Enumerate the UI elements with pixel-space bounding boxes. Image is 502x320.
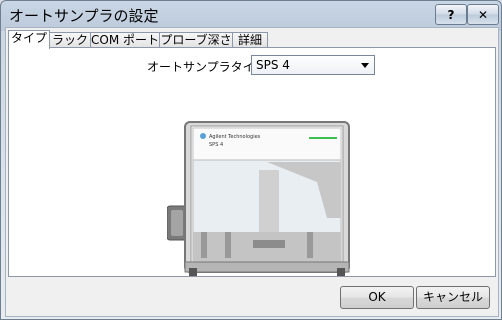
close-icon: ✕: [477, 7, 489, 22]
tab-com-port[interactable]: COM ポート: [90, 32, 160, 48]
autosampler-type-select[interactable]: SPS 4: [251, 55, 375, 75]
help-button[interactable]: ?: [435, 4, 467, 25]
help-icon: ?: [447, 7, 455, 22]
autosampler-type-value: SPS 4: [256, 58, 290, 72]
device-model-text: SPS 4: [209, 142, 223, 148]
title-bar[interactable]: オートサンプラの設定 ? ✕: [1, 1, 501, 27]
tab-rack[interactable]: ラック: [49, 32, 91, 48]
autosampler-image: Agilent Technologies SPS 4: [167, 121, 350, 276]
tab-panel-type: オートサンプラタイプ: SPS 4 Agilent Technologies S…: [8, 47, 496, 277]
chevron-down-icon: [361, 63, 369, 68]
close-button[interactable]: ✕: [467, 4, 499, 25]
ok-button[interactable]: OK: [340, 286, 414, 309]
cancel-button[interactable]: キャンセル: [416, 286, 490, 309]
tab-advanced[interactable]: 詳細: [232, 32, 268, 48]
window-title: オートサンプラの設定: [9, 7, 159, 25]
dialog-window: オートサンプラの設定 ? ✕ タイプ ラック COM ポート プローブ深さ 詳細…: [0, 0, 502, 320]
tab-probe-depth[interactable]: プローブ深さ: [159, 32, 233, 48]
tab-type[interactable]: タイプ: [8, 30, 50, 49]
tab-strip: タイプ ラック COM ポート プローブ深さ 詳細: [8, 30, 496, 49]
device-brand-text: Agilent Technologies: [209, 134, 261, 140]
dialog-client: タイプ ラック COM ポート プローブ深さ 詳細 オートサンプラタイプ: SP…: [5, 27, 499, 317]
